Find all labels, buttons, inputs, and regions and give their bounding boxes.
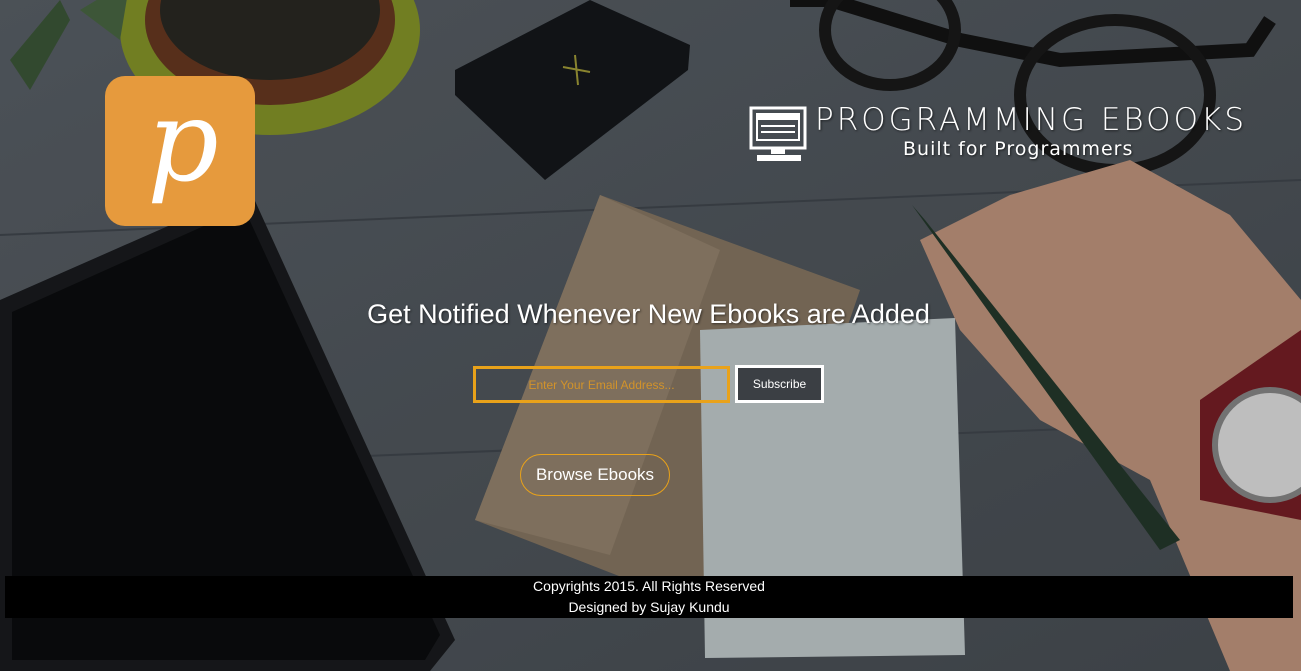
- subscribe-button[interactable]: Subscribe: [735, 365, 824, 403]
- brand: PROGRAMMING EBOOKS Built for Programmers: [749, 100, 1249, 170]
- logo-letter: p: [147, 77, 219, 207]
- browse-ebooks-button[interactable]: Browse Ebooks: [520, 454, 670, 496]
- landing-page: p PROGRAMMING EBOOKS Built for Programme…: [0, 0, 1301, 671]
- site-logo[interactable]: p: [105, 76, 255, 226]
- footer-designer: Designed by Sujay Kundu: [568, 599, 730, 615]
- footer: Copyrights 2015. All Rights Reserved Des…: [5, 576, 1293, 618]
- footer-copyright: Copyrights 2015. All Rights Reserved: [533, 578, 765, 594]
- email-input[interactable]: [473, 366, 730, 403]
- page-headline: Get Notified Whenever New Ebooks are Add…: [367, 299, 930, 329]
- brand-subtitle: Built for Programmers: [903, 138, 1134, 160]
- brand-title: PROGRAMMING EBOOKS: [815, 102, 1247, 138]
- monitor-icon: [749, 106, 809, 164]
